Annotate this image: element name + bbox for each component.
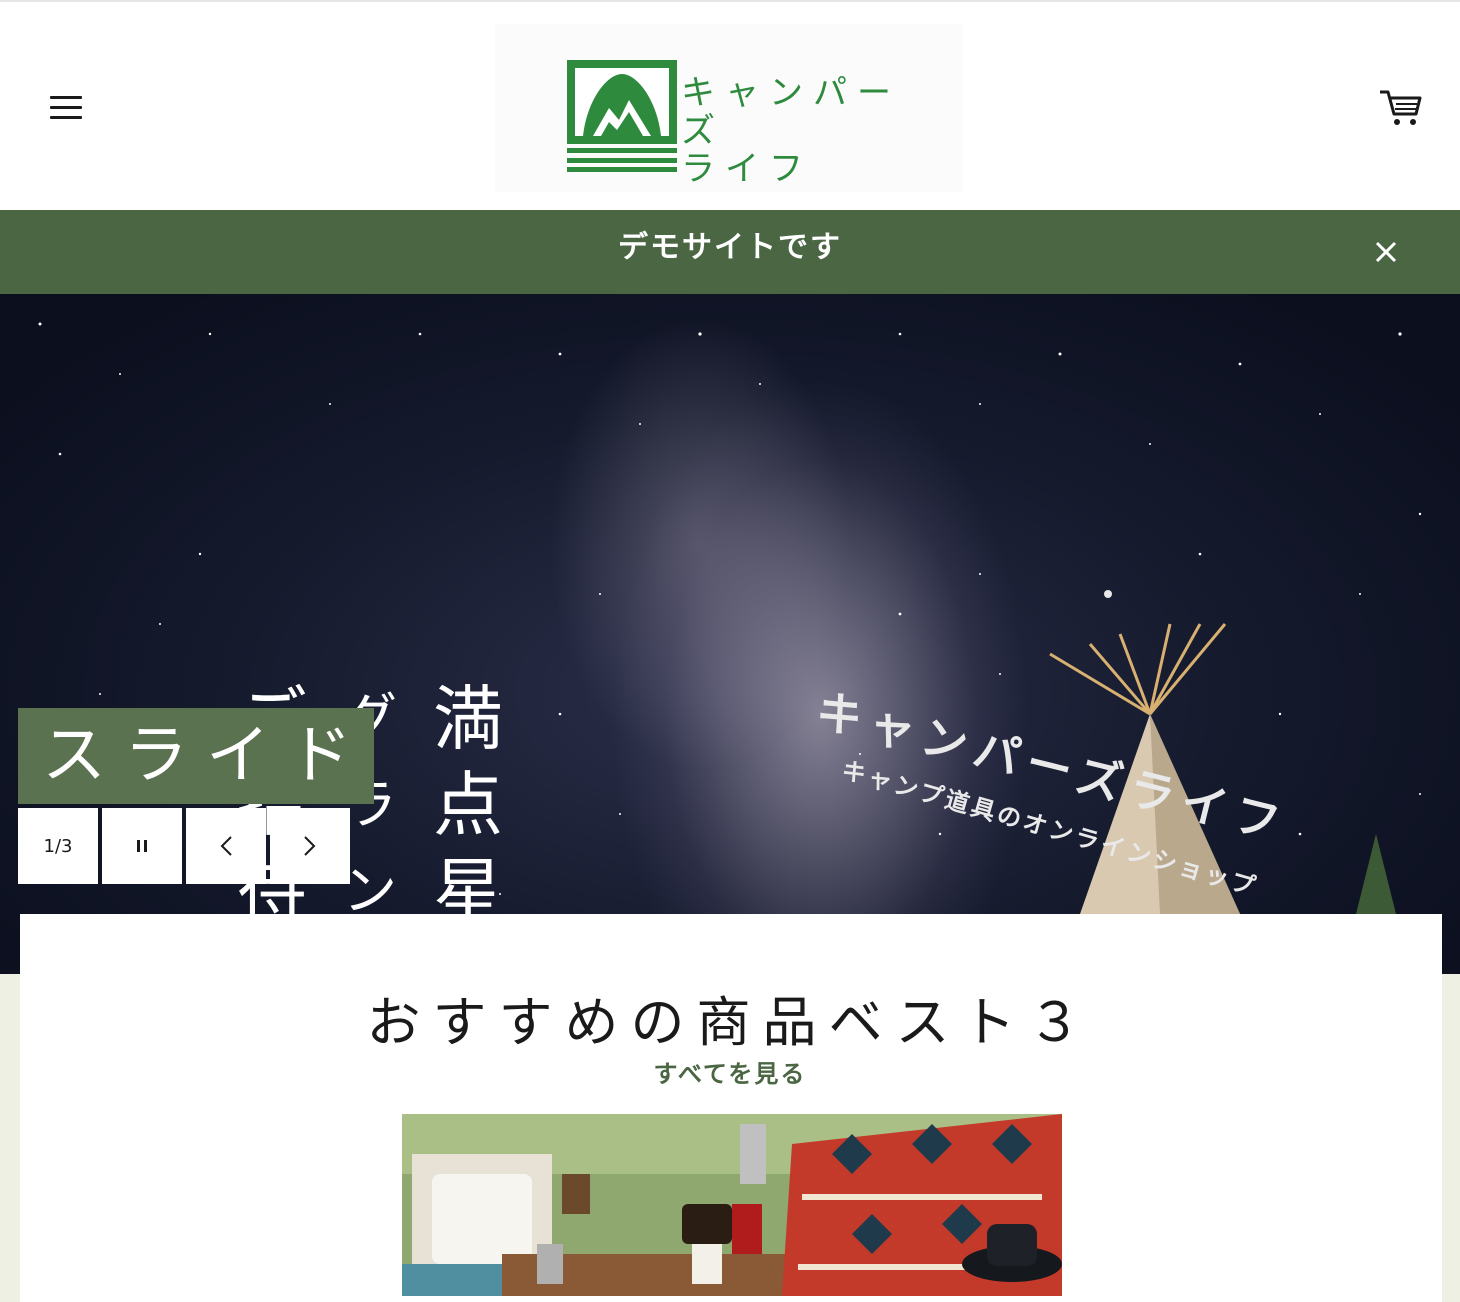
slide-title: スライド — [18, 708, 374, 804]
prev-slide-button[interactable] — [186, 808, 266, 884]
chevron-right-icon — [304, 836, 316, 856]
announcement-text: デモサイトです — [618, 230, 842, 265]
site-header: キャンパーズ ライフ — [0, 0, 1460, 210]
announcement-bar: デモサイトです — [0, 210, 1460, 294]
logo-text-line2: ライフ — [681, 149, 813, 189]
slideshow-controls: 1/3 — [18, 808, 354, 884]
pause-button[interactable] — [102, 808, 182, 884]
cart-icon[interactable] — [1378, 88, 1424, 128]
logo-text: キャンパーズ ライフ — [681, 74, 921, 188]
next-slide-button[interactable] — [270, 808, 350, 884]
logo-text-line1: キャンパーズ — [681, 73, 901, 151]
chevron-left-icon — [220, 836, 232, 856]
pause-icon — [137, 840, 147, 852]
slide-counter: 1/3 — [18, 808, 98, 884]
mountain-logo-icon — [567, 60, 677, 172]
close-icon[interactable] — [1372, 238, 1400, 266]
hamburger-menu-icon[interactable] — [50, 96, 82, 120]
featured-title: おすすめの商品ベスト３ — [366, 991, 1094, 1054]
product-image[interactable] — [402, 1114, 1062, 1296]
view-all-link[interactable]: すべてを見る — [0, 1054, 1460, 1089]
site-logo[interactable]: キャンパーズ ライフ — [495, 24, 963, 192]
